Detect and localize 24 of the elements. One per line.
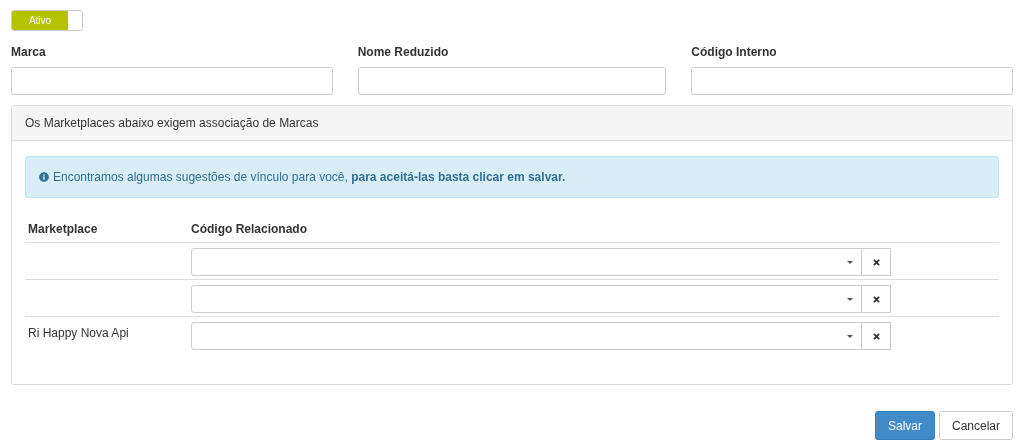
panel-title: Os Marketplaces abaixo exigem associação de Marcas — [25, 115, 319, 132]
close-icon — [871, 294, 881, 304]
info-icon — [39, 172, 49, 182]
caret-icon — [847, 334, 853, 338]
text-field[interactable] — [357, 67, 667, 95]
clear-button[interactable] — [862, 322, 891, 350]
clear-button[interactable] — [862, 285, 891, 313]
cancel-button[interactable]: Cancelar — [938, 411, 1013, 440]
clear-button[interactable] — [862, 248, 891, 276]
column-header: Marketplace — [27, 221, 99, 238]
text-field[interactable] — [691, 67, 1013, 95]
close-icon — [871, 257, 881, 267]
caret-icon — [847, 260, 853, 264]
save-button[interactable]: Salvar — [874, 411, 935, 440]
field-label: Marca — [11, 44, 47, 59]
field-label: Nome Reduzido — [357, 44, 450, 59]
column-header: Código Relacionado — [191, 221, 307, 238]
field-label: Código Interno — [691, 44, 778, 59]
alert-text: Encontramos algumas sugestões de vínculo para você, para aceitá-las basta clicar em salvar. — [53, 169, 566, 186]
close-icon — [871, 331, 881, 341]
text-field[interactable] — [11, 67, 333, 95]
status-toggle[interactable]: Ativo — [11, 10, 83, 31]
marketplace-name: Ri Happy Nova Api — [28, 326, 129, 340]
caret-icon — [847, 297, 853, 301]
